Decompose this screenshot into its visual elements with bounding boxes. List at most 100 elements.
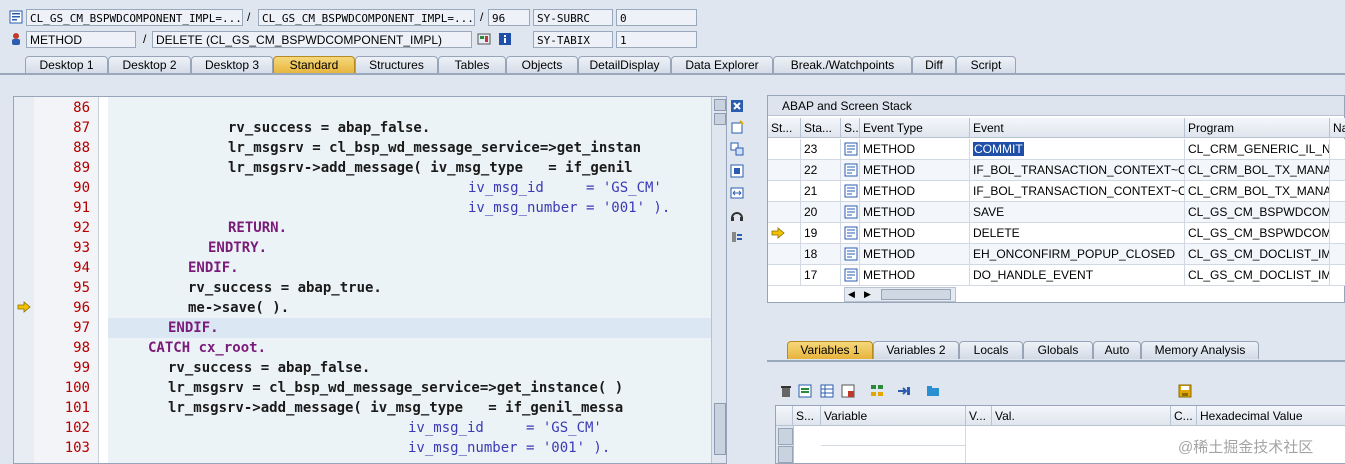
cell-level: 21: [801, 181, 841, 202]
cell-level: 17: [801, 265, 841, 286]
cell-event[interactable]: IF_BOL_TRANSACTION_CONTEXT~C...: [970, 181, 1185, 202]
breakpoint-gutter[interactable]: [14, 97, 35, 463]
display-icon[interactable]: [477, 32, 491, 46]
tab-desktop-1[interactable]: Desktop 1: [25, 56, 108, 74]
cell-program: CL_GS_CM_DOCLIST_IM...: [1185, 265, 1330, 286]
cell-event[interactable]: DO_HANDLE_EVENT: [970, 265, 1185, 286]
line-number: 101: [64, 400, 90, 416]
navigate-icon[interactable]: [897, 384, 911, 398]
delete-icon[interactable]: [779, 384, 793, 398]
variables-tabs: Variables 1 Variables 2 Locals Globals A…: [787, 341, 1345, 360]
line-number: 99: [73, 360, 90, 376]
tab-globals[interactable]: Globals: [1023, 341, 1093, 359]
cell-s: [841, 139, 860, 160]
tab-desktop-2[interactable]: Desktop 2: [108, 56, 191, 74]
tab-memory-analysis[interactable]: Memory Analysis: [1141, 341, 1259, 359]
cell-status: [768, 139, 801, 160]
col-header-c[interactable]: C...: [1171, 406, 1197, 426]
code-line: iv_msg_number = '001' ).: [408, 440, 611, 456]
code-line: lr_msgsrv->add_message( iv_msg_type = if…: [228, 160, 633, 176]
tab-structures[interactable]: Structures: [355, 56, 438, 74]
scroll-left-icon[interactable]: ◀: [848, 288, 855, 301]
selected-event[interactable]: COMMIT: [973, 142, 1024, 156]
info-icon[interactable]: [498, 32, 512, 46]
col-header-s[interactable]: S...: [841, 118, 860, 138]
cell-event[interactable]: DELETE: [970, 223, 1185, 244]
class-field[interactable]: CL_GS_CM_BSPWDCOMPONENT_IMPL=...: [26, 9, 243, 26]
event-type-field[interactable]: METHOD: [26, 31, 136, 48]
tab-desktop-3[interactable]: Desktop 3: [191, 56, 273, 74]
abap-stack-panel: ABAP and Screen Stack St... Sta... S... …: [767, 95, 1345, 303]
service-icon[interactable]: [730, 208, 744, 222]
col-header-v[interactable]: V...: [966, 406, 992, 426]
code-line: CATCH cx_root.: [148, 340, 267, 356]
col-header-hex[interactable]: Hexadecimal Value: [1197, 406, 1345, 426]
scroll-thumb[interactable]: [881, 289, 951, 300]
sysvar-value-1[interactable]: 0: [616, 9, 697, 26]
row-selector[interactable]: [778, 428, 793, 445]
cell-event[interactable]: COMMIT: [970, 139, 1185, 160]
cell-event[interactable]: EH_ONCONFIRM_POPUP_CLOSED: [970, 244, 1185, 265]
tab-data-explorer[interactable]: Data Explorer: [671, 56, 773, 74]
settings-icon[interactable]: [730, 230, 744, 244]
col-header-event[interactable]: Event: [970, 118, 1185, 138]
tab-auto[interactable]: Auto: [1093, 341, 1141, 359]
horizontal-scrollbar[interactable]: ◀ ▶: [844, 287, 956, 302]
scroll-right-icon[interactable]: ▶: [864, 288, 871, 301]
cell-program: CL_GS_CM_BSPWDCOMP...: [1185, 202, 1330, 223]
line-number: 91: [73, 200, 90, 216]
tab-detaildisplay[interactable]: DetailDisplay: [578, 56, 671, 74]
tab-standard[interactable]: Standard: [273, 56, 355, 74]
tab-diff[interactable]: Diff: [912, 56, 956, 74]
tab-objects[interactable]: Objects: [506, 56, 578, 74]
close-icon[interactable]: [730, 99, 744, 113]
sysvar-name-1[interactable]: SY-SUBRC: [533, 9, 613, 26]
method-person-icon: [12, 33, 20, 45]
folder-icon[interactable]: [926, 384, 940, 398]
col-header-value[interactable]: Val.: [992, 406, 1171, 426]
line-field[interactable]: 96: [488, 9, 530, 26]
method-field[interactable]: DELETE (CL_GS_CM_BSPWDCOMPONENT_IMPL): [152, 31, 472, 48]
sysvar-value-2[interactable]: 1: [616, 31, 697, 48]
col-header-status[interactable]: St...: [768, 118, 801, 138]
scroll-down-button[interactable]: [714, 113, 726, 125]
sysvar-name-2[interactable]: SY-TABIX: [533, 31, 613, 48]
source-editor[interactable]: 86 87 88 89 90 91 92 93 94 95 96 97 98 9…: [13, 96, 727, 464]
editor-scrollbar[interactable]: [711, 97, 726, 463]
col-header-s[interactable]: S...: [793, 406, 821, 426]
tab-variables-1[interactable]: Variables 1: [787, 341, 873, 359]
code-line: iv_msg_id = 'GS_CM': [468, 180, 662, 196]
cell-s: [841, 244, 860, 265]
variable-input[interactable]: [821, 446, 966, 463]
tab-script[interactable]: Script: [956, 56, 1016, 74]
code-line: ENDIF.: [168, 320, 219, 336]
col-header-program[interactable]: Program: [1185, 118, 1330, 138]
resize-icon[interactable]: [730, 186, 744, 200]
col-header-name[interactable]: Na: [1330, 118, 1345, 138]
save-icon[interactable]: [1178, 384, 1192, 398]
col-header-event-type[interactable]: Event Type: [860, 118, 970, 138]
tab-locals[interactable]: Locals: [959, 341, 1023, 359]
variable-input[interactable]: [821, 426, 966, 446]
line-number: 102: [64, 420, 90, 436]
col-header-level[interactable]: Sta...: [801, 118, 841, 138]
maximize-icon[interactable]: [730, 164, 744, 178]
insert-icon[interactable]: [798, 384, 812, 398]
swap-tool-icon[interactable]: [730, 142, 744, 156]
tab-tables[interactable]: Tables: [438, 56, 506, 74]
scroll-up-button[interactable]: [714, 99, 726, 111]
cell-event[interactable]: IF_BOL_TRANSACTION_CONTEXT~C...: [970, 160, 1185, 181]
tree-icon[interactable]: [870, 384, 884, 398]
cell-event-type: METHOD: [860, 181, 970, 202]
tab-variables-2[interactable]: Variables 2: [873, 341, 959, 359]
code-line: rv_success = abap_true.: [188, 280, 382, 296]
row-selector[interactable]: [778, 446, 793, 463]
new-tool-icon[interactable]: [730, 120, 744, 134]
include-field[interactable]: CL_GS_CM_BSPWDCOMPONENT_IMPL=...: [258, 9, 475, 26]
scroll-thumb[interactable]: [714, 403, 726, 455]
table-view-icon[interactable]: [820, 384, 834, 398]
cell-event[interactable]: SAVE: [970, 202, 1185, 223]
export-icon[interactable]: [841, 384, 855, 398]
tab-breakpoints[interactable]: Break./Watchpoints: [773, 56, 912, 74]
col-header-variable[interactable]: Variable: [821, 406, 966, 426]
